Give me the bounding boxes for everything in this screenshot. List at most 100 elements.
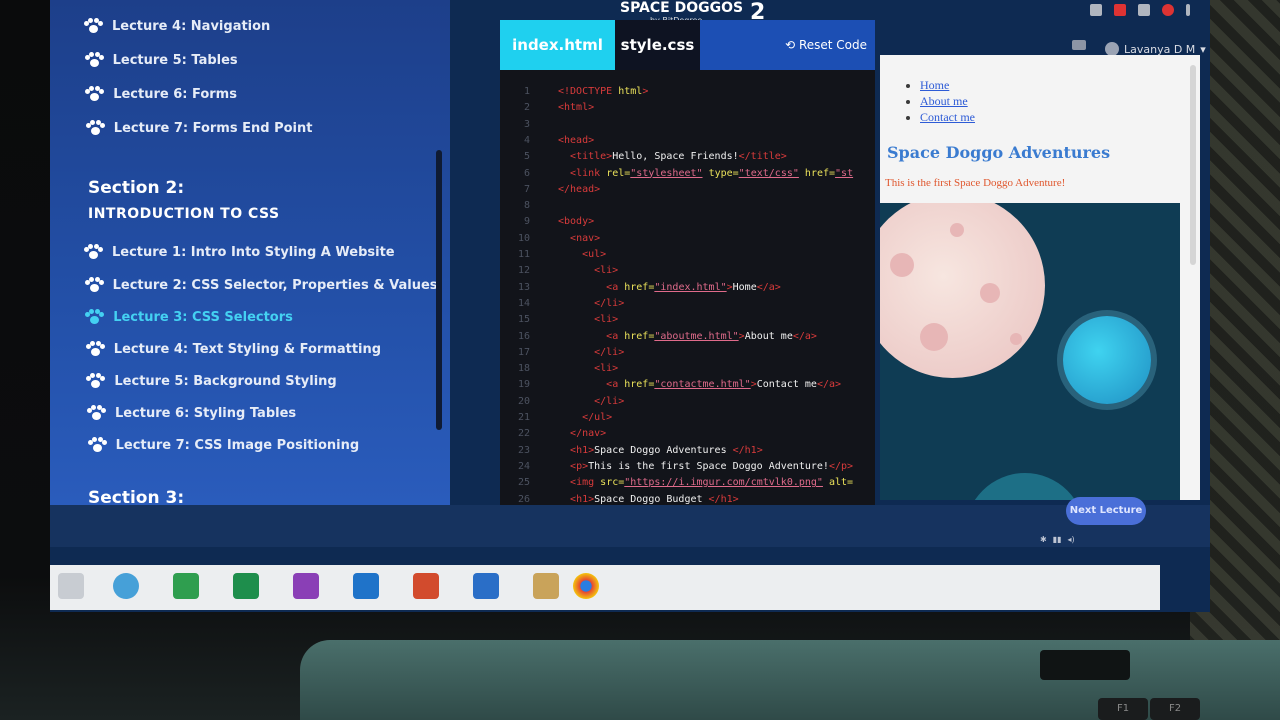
sidebar-lecture-item[interactable]: Lecture 7: CSS Image Positioning (87, 437, 360, 453)
code-line[interactable]: <ul> (558, 249, 606, 260)
code-line[interactable]: <img src="https://i.imgur.com/cmtvlk0.pn… (558, 477, 853, 488)
line-number: 14 (517, 297, 530, 309)
line-number: 7 (523, 183, 530, 195)
line-number: 24 (517, 460, 530, 472)
profile-icon[interactable] (1162, 4, 1174, 16)
code-line[interactable]: <title>Hello, Space Friends!</title> (558, 151, 787, 162)
line-number: 20 (517, 395, 530, 407)
code-text-area[interactable]: 1 <!DOCTYPE html> 2 <html> 3 4 <head> 5 <title>… (500, 80, 875, 510)
code-line[interactable]: </head> (558, 184, 600, 195)
planet-graphic (965, 473, 1085, 500)
code-line[interactable]: <html> (558, 102, 594, 113)
chevron-down-icon: ▾ (1200, 42, 1206, 56)
preview-scrollbar[interactable] (1190, 65, 1196, 265)
file-explorer-icon[interactable] (533, 573, 559, 599)
code-line[interactable]: <li> (558, 314, 618, 325)
word-icon[interactable] (473, 573, 499, 599)
preview-nav-item: Home (920, 77, 975, 93)
paw-icon (85, 120, 105, 136)
bluetooth-icon[interactable]: ✱ (1040, 535, 1047, 544)
preview-nav: Home About me Contact me (905, 77, 975, 125)
lecture-label: Lecture 5: Background Styling (114, 373, 337, 389)
preview-link-home[interactable]: Home (920, 78, 949, 92)
user-menu[interactable]: Lavanya D M ▾ (1105, 42, 1206, 56)
line-number: 25 (517, 477, 530, 489)
sidebar-lecture-item[interactable]: Lecture 3: CSS Selectors (85, 309, 293, 325)
code-line[interactable]: <body> (558, 216, 594, 227)
section-3-heading: Section 3: (88, 488, 185, 505)
preview-link-contact[interactable]: Contact me (920, 110, 975, 124)
line-number: 11 (517, 249, 530, 260)
laptop-screen: Lecture 4: Navigation Lecture 5: Tables Le… (50, 0, 1210, 612)
code-line[interactable]: </li> (558, 298, 624, 309)
code-line[interactable]: <nav> (558, 233, 600, 244)
line-number: 18 (517, 363, 530, 375)
code-line[interactable]: </li> (558, 396, 624, 407)
volume-icon[interactable]: ◂) (1068, 535, 1075, 544)
reset-code-button[interactable]: ⟲ Reset Code (785, 20, 867, 70)
code-line[interactable]: <!DOCTYPE html> (558, 86, 648, 97)
logo-text: SPACE DOGGOS (620, 0, 744, 16)
code-line[interactable]: <head> (558, 135, 594, 146)
star-icon[interactable] (1090, 4, 1102, 16)
code-line[interactable]: <h1>Space Doggo Budget </h1> (558, 494, 739, 505)
code-line[interactable]: </ul> (558, 412, 612, 423)
sidebar-lecture-item[interactable]: Lecture 2: CSS Selector, Properties & Va… (84, 277, 438, 293)
code-line[interactable]: <p>This is the first Space Doggo Adventu… (558, 461, 853, 472)
paw-icon (85, 341, 105, 357)
network-icon[interactable]: ▮▮ (1053, 535, 1062, 544)
chrome-icon[interactable] (573, 573, 599, 599)
paw-icon (87, 405, 106, 421)
windows-start-icon[interactable] (58, 573, 84, 599)
extension-icon[interactable] (1114, 4, 1126, 16)
tab-style-css[interactable]: style.css (615, 20, 700, 70)
line-number: 21 (517, 412, 530, 423)
code-line[interactable]: <li> (558, 265, 618, 276)
lecture-label: Lecture 6: Forms (113, 86, 237, 102)
preview-link-about[interactable]: About me (920, 94, 968, 108)
line-number: 12 (517, 265, 530, 277)
code-line[interactable]: <a href="index.html">Home</a> (558, 282, 781, 293)
outlook-icon[interactable] (353, 573, 379, 599)
paw-icon (85, 309, 105, 325)
line-number: 16 (517, 330, 530, 342)
chat-icon[interactable] (1072, 40, 1086, 50)
code-line[interactable]: <link rel="stylesheet" type="text/css" h… (558, 168, 853, 179)
code-line[interactable]: </nav> (558, 428, 606, 439)
code-line[interactable]: </li> (558, 347, 624, 358)
line-number: 22 (517, 428, 530, 440)
code-line[interactable]: <a href="aboutme.html">About me</a> (558, 331, 817, 342)
excel-icon[interactable] (233, 573, 259, 599)
line-number: 19 (517, 379, 530, 391)
sidebar-scrollbar[interactable] (436, 150, 442, 430)
sidebar-lecture-item[interactable]: Lecture 4: Text Styling & Formatting (85, 341, 381, 357)
moon-graphic (880, 203, 1045, 378)
menu-icon[interactable] (1186, 4, 1190, 16)
lecture-label: Lecture 7: CSS Image Positioning (115, 437, 360, 453)
sidebar-lecture-item[interactable]: Lecture 5: Tables (84, 52, 238, 68)
sidebar-lecture-item[interactable]: Lecture 1: Intro Into Styling A Website (84, 244, 395, 260)
store-icon[interactable] (173, 573, 199, 599)
preview-heading: Space Doggo Adventures (887, 143, 1111, 162)
next-lecture-button[interactable]: Next Lecture (1066, 497, 1146, 525)
code-line[interactable]: <li> (558, 363, 618, 374)
section-2-title: INTRODUCTION TO CSS (88, 206, 280, 222)
key-f2: F2 (1150, 698, 1200, 720)
code-line[interactable]: <h1>Space Doggo Adventures </h1> (558, 445, 763, 456)
sidebar-lecture-item[interactable]: Lecture 6: Forms (85, 86, 237, 102)
powerpoint-icon[interactable] (413, 573, 439, 599)
extension-icon[interactable] (1138, 4, 1150, 16)
sidebar-lecture-item[interactable]: Lecture 4: Navigation (84, 18, 270, 34)
preview-nav-item: Contact me (920, 109, 975, 125)
tab-index-html[interactable]: index.html (500, 20, 615, 70)
sidebar-lecture-item[interactable]: Lecture 6: Styling Tables (87, 405, 296, 421)
sidebar-lecture-item[interactable]: Lecture 7: Forms End Point (85, 120, 312, 136)
onenote-icon[interactable] (293, 573, 319, 599)
code-line[interactable]: <a href="contactme.html">Contact me</a> (558, 379, 841, 390)
ie-browser-icon[interactable] (113, 573, 139, 599)
browser-toolbar-icons (1090, 4, 1190, 16)
reset-icon: ⟲ (785, 38, 796, 52)
sidebar-lecture-item[interactable]: Lecture 5: Background Styling (86, 373, 337, 389)
line-number: 15 (517, 314, 530, 326)
space-illustration (880, 203, 1180, 500)
